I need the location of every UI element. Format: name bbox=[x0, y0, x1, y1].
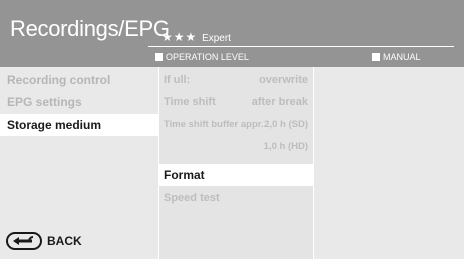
settings-column: If ull: overwrite Time shift after break… bbox=[159, 67, 313, 259]
setting-row-time-shift[interactable]: Time shift after break bbox=[159, 91, 313, 113]
setting-row-format[interactable]: Format bbox=[159, 164, 313, 186]
back-button[interactable]: BACK bbox=[6, 231, 82, 251]
setting-label: Speed test bbox=[164, 192, 220, 204]
menu-item-storage-medium[interactable]: Storage medium bbox=[0, 114, 158, 136]
square-icon bbox=[372, 53, 380, 61]
setting-label: Time shift buffer appr... bbox=[164, 119, 269, 130]
legend-manual-label: MANUAL bbox=[383, 52, 421, 62]
page-title: Recordings/EPG bbox=[10, 16, 170, 41]
back-label: BACK bbox=[47, 234, 82, 248]
setting-label: Format bbox=[164, 168, 205, 182]
back-arrow-icon bbox=[6, 232, 42, 250]
setting-value-sd: 2,0 h (SD) bbox=[264, 119, 308, 130]
setting-label: Time shift bbox=[164, 96, 216, 108]
level-stars: ★★★ bbox=[162, 30, 198, 44]
setting-value-hd: 1,0 h (HD) bbox=[263, 141, 308, 152]
setting-row-buffer-hd: 1,0 h (HD) bbox=[159, 136, 313, 158]
square-icon bbox=[155, 53, 163, 61]
setting-row-buffer[interactable]: Time shift buffer appr... 2,0 h (SD) bbox=[159, 114, 313, 136]
setting-value: after break bbox=[251, 96, 308, 108]
legend-operation-label: OPERATION LEVEL bbox=[166, 52, 249, 62]
menu-item-recording-control[interactable]: Recording control bbox=[0, 69, 158, 91]
level-label: Expert bbox=[202, 33, 231, 44]
menu-item-epg-settings[interactable]: EPG settings bbox=[0, 91, 158, 113]
header-divider bbox=[148, 46, 454, 47]
screen: Recordings/EPG ★★★ Expert OPERATION LEVE… bbox=[0, 0, 464, 259]
setting-value: overwrite bbox=[259, 74, 308, 86]
setting-row-if-full[interactable]: If ull: overwrite bbox=[159, 69, 313, 91]
setting-label: If ull: bbox=[164, 74, 191, 86]
menu-column: Recording control EPG settings Storage m… bbox=[0, 67, 158, 259]
legend-operation-level: OPERATION LEVEL bbox=[155, 51, 249, 63]
header: Recordings/EPG ★★★ Expert OPERATION LEVE… bbox=[0, 0, 464, 67]
operation-level-indicator: ★★★ Expert bbox=[162, 30, 231, 44]
setting-row-speed-test[interactable]: Speed test bbox=[159, 187, 313, 209]
legend-manual: MANUAL bbox=[372, 51, 421, 63]
detail-column bbox=[314, 67, 464, 259]
